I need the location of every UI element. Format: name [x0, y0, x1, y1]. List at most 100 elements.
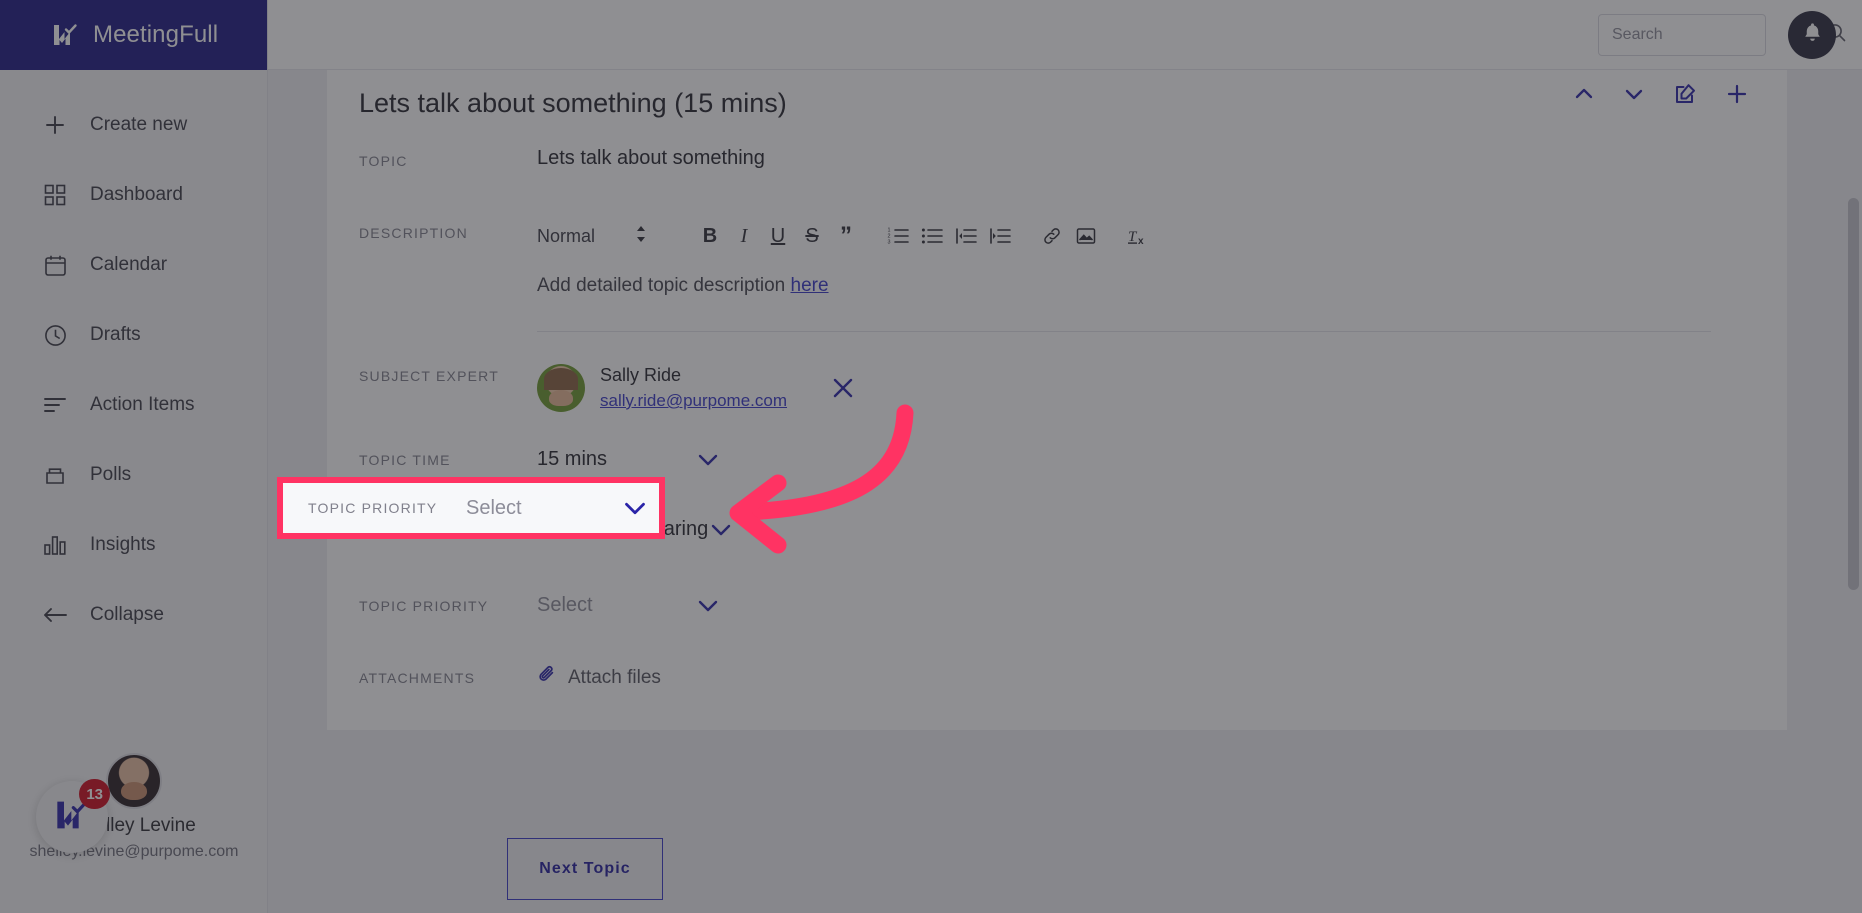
- notification-badge: 13: [79, 779, 110, 809]
- card-header: Lets talk about something (15 mins): [327, 70, 1787, 147]
- topic-priority-value: Select: [466, 496, 522, 519]
- highlighted-topic-priority-row[interactable]: Topic Priority Select: [277, 477, 665, 539]
- sidebar-item-label: Drafts: [90, 324, 141, 345]
- sidebar-item-label: Dashboard: [90, 184, 183, 205]
- sidebar-item-label: Create new: [90, 114, 188, 135]
- sidebar-item-label: Polls: [90, 464, 132, 485]
- topic-priority-select[interactable]: Select: [537, 594, 1787, 617]
- bell-icon: [1801, 21, 1824, 49]
- description-placeholder[interactable]: Add detailed topic description here: [537, 253, 1787, 297]
- svg-text:3: 3: [888, 240, 891, 245]
- sidebar-item-drafts[interactable]: Drafts: [0, 300, 267, 370]
- topbar: [268, 0, 1862, 70]
- sidebar-item-calendar[interactable]: Calendar: [0, 230, 267, 300]
- plus-icon[interactable]: [1725, 82, 1749, 106]
- field-attachments: Attachments Attach files: [359, 654, 1787, 702]
- attach-files-label: Attach files: [568, 666, 661, 688]
- updown-arrows-icon: [635, 224, 647, 249]
- topic-priority-value: Select: [537, 594, 593, 617]
- description-placeholder-text: Add detailed topic description: [537, 275, 791, 296]
- field-topic: Topic Lets talk about something: [359, 147, 1787, 195]
- indent-button[interactable]: [983, 219, 1017, 253]
- sidebar-item-label: Calendar: [90, 254, 168, 275]
- poll-box-icon: [42, 462, 68, 488]
- sidebar: MeetingFull Create new Dashboard Calenda…: [0, 0, 268, 913]
- field-label: Topic Time: [359, 451, 451, 468]
- chevron-down-icon[interactable]: [710, 522, 732, 538]
- search-box[interactable]: [1598, 13, 1846, 56]
- brand-logo[interactable]: MeetingFull: [0, 0, 267, 70]
- field-subject-expert: Subject Expert Sally Ride sally.ride@pur…: [359, 362, 1787, 414]
- list-lines-icon: [42, 392, 68, 418]
- plus-icon: [42, 112, 68, 138]
- chevron-down-icon[interactable]: [1623, 83, 1645, 105]
- grid-icon: [42, 182, 68, 208]
- chat-widget-button[interactable]: 13: [36, 779, 110, 853]
- chevron-down-icon[interactable]: [697, 452, 719, 468]
- blockquote-button[interactable]: ”: [829, 219, 863, 253]
- sidebar-item-create-new[interactable]: Create new: [0, 90, 267, 160]
- clock-icon: [42, 322, 68, 348]
- chevron-down-icon[interactable]: [623, 500, 647, 517]
- field-label: Description: [359, 225, 468, 241]
- section-divider: [537, 331, 1711, 332]
- bold-button[interactable]: B: [693, 219, 727, 253]
- topic-time-value: 15 mins: [537, 448, 608, 471]
- svg-text:x: x: [1138, 236, 1144, 246]
- strikethrough-button[interactable]: S: [795, 219, 829, 253]
- topic-form: Topic Lets talk about something Descript…: [327, 147, 1787, 730]
- bullet-list-button[interactable]: [915, 219, 949, 253]
- field-label: Topic Priority: [359, 597, 489, 614]
- underline-button[interactable]: U: [761, 219, 795, 253]
- app-root: MeetingFull Create new Dashboard Calenda…: [0, 0, 1862, 913]
- close-x-icon[interactable]: [830, 375, 856, 401]
- description-here-link[interactable]: here: [791, 275, 829, 296]
- rich-text-toolbar: Normal B I U S ” 1 2 3 T x: [537, 219, 1787, 253]
- chevron-down-icon[interactable]: [697, 598, 719, 614]
- image-icon[interactable]: [1069, 219, 1103, 253]
- sidebar-item-action-items[interactable]: Action Items: [0, 370, 267, 440]
- field-label: Topic: [359, 153, 408, 169]
- topic-time-select[interactable]: 15 mins: [537, 448, 1787, 471]
- brand-name: MeetingFull: [93, 21, 219, 48]
- arrow-left-icon: [42, 602, 68, 628]
- link-icon[interactable]: [1035, 219, 1069, 253]
- calendar-icon: [42, 252, 68, 278]
- sidebar-item-polls[interactable]: Polls: [0, 440, 267, 510]
- field-description: Description Normal B I U: [359, 219, 1787, 297]
- italic-button[interactable]: I: [727, 219, 761, 253]
- clear-format-icon[interactable]: T x: [1121, 219, 1155, 253]
- expert-email[interactable]: sally.ride@purpome.com: [600, 391, 787, 410]
- sidebar-item-insights[interactable]: Insights: [0, 510, 267, 580]
- edit-square-icon[interactable]: [1673, 82, 1697, 106]
- expert-name: Sally Ride: [600, 365, 682, 385]
- notifications-button[interactable]: [1788, 10, 1836, 59]
- avatar: [106, 753, 162, 809]
- topic-card: Lets talk about something (15 mins) TOPI…: [327, 70, 1787, 730]
- sidebar-item-label: Insights: [90, 534, 156, 555]
- field-label: Attachments: [359, 669, 476, 686]
- format-select[interactable]: Normal: [537, 224, 647, 249]
- outdent-button[interactable]: [949, 219, 983, 253]
- chevron-up-icon[interactable]: [1573, 83, 1595, 105]
- bar-chart-icon: [42, 532, 68, 558]
- field-label: Topic Priority: [308, 500, 438, 516]
- avatar: [537, 363, 585, 412]
- ordered-list-button[interactable]: 123: [881, 219, 915, 253]
- meetingfull-logo-icon: [50, 20, 80, 50]
- field-topic-priority: Topic Priority Select: [359, 582, 1787, 630]
- sidebar-item-label: Collapse: [90, 604, 164, 625]
- sidebar-nav: Create new Dashboard Calendar Drafts Act…: [0, 70, 267, 650]
- sidebar-item-dashboard[interactable]: Dashboard: [0, 160, 267, 230]
- next-topic-wrap: Next Topic: [327, 770, 663, 900]
- sidebar-item-label: Action Items: [90, 394, 195, 415]
- field-label: Subject Expert: [359, 368, 499, 384]
- sidebar-item-collapse[interactable]: Collapse: [0, 580, 267, 650]
- attach-files-button[interactable]: Attach files: [537, 665, 1787, 691]
- header-actions: [1573, 82, 1749, 106]
- topic-input[interactable]: Lets talk about something: [537, 147, 1787, 170]
- next-topic-button[interactable]: Next Topic: [507, 838, 663, 900]
- format-select-value: Normal: [537, 225, 596, 246]
- topic-type-select[interactable]: Information sharing: [537, 518, 1787, 541]
- scrollbar-thumb[interactable]: [1848, 198, 1859, 590]
